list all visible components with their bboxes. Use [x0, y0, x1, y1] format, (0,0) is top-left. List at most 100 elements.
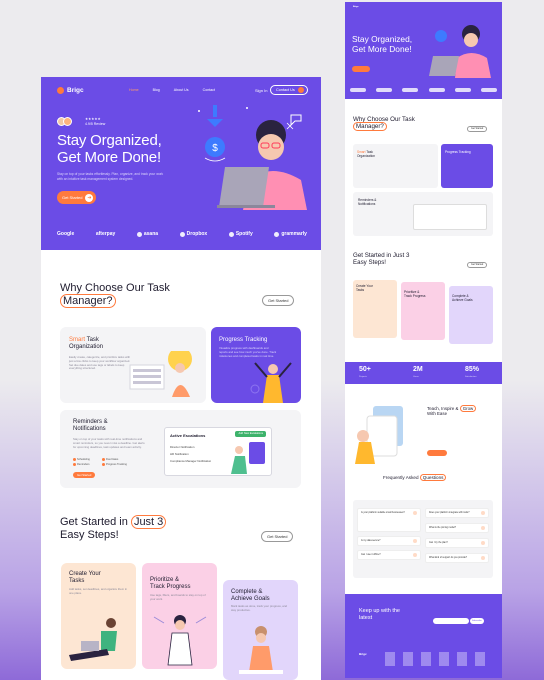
thinking-person-illustration	[153, 615, 207, 666]
add-escalation-button[interactable]: Add New Escalations	[235, 431, 266, 437]
chevron-icon	[413, 553, 417, 557]
check-icon	[102, 463, 105, 466]
footer-logo: Brigc	[359, 652, 367, 656]
escalation-row: Compliance Manager Notification	[170, 459, 212, 463]
chevron-icon	[481, 541, 485, 545]
nav-link-blog[interactable]: Blog	[153, 88, 160, 92]
chevron-icon	[413, 511, 417, 515]
escalation-row: Director Notification	[170, 445, 195, 449]
brand-afterpay	[376, 88, 393, 92]
faq-item[interactable]: Can I try the plan?	[425, 538, 489, 548]
steps-title: Get Started in Just 3 Easy Steps!	[60, 515, 167, 542]
mini-teach-title: Teach, Inspire & Grow With Ease	[427, 405, 477, 417]
nav-links: Home Blog About Us Contact	[129, 88, 215, 92]
reminders-card: Reminders & Notifications Stay on top of …	[60, 410, 301, 488]
rating: ★★★★★ 4.9/5 Review	[85, 117, 106, 126]
check-icon	[73, 463, 76, 466]
mini-reminders-card: Reminders & Notifications	[353, 192, 493, 236]
check-due-dates: Due Dates	[102, 458, 118, 461]
subscribe-button[interactable]: Subscribe	[470, 618, 484, 624]
smart-card-title: Smart Task Organization	[69, 337, 104, 350]
step3-title: Complete & Achieve Goals	[231, 589, 270, 602]
chevron-icon	[413, 539, 417, 543]
check-scheduling: Scheduling	[73, 458, 90, 461]
brand-google	[350, 88, 366, 92]
faq-item[interactable]: Does your platform integrate with tools?	[425, 508, 489, 518]
nav-link-contact[interactable]: Contact	[203, 88, 215, 92]
progress-card-desc: Visualize progress with dashboards and r…	[219, 346, 277, 358]
step-complete-card: Complete & Achieve Goals Mark tasks as do…	[223, 580, 298, 680]
newsletter-title: Keep up with the latest	[359, 608, 400, 621]
contact-us-button[interactable]: Contact Us	[270, 85, 308, 95]
mini-hero: Brigc Stay Organized, Get More Done!	[345, 2, 502, 99]
mini-why-title: Why Choose Our Task Manager?	[353, 116, 415, 132]
asana-icon	[136, 231, 142, 237]
mini-footer: Keep up with the latest Subscribe Brigc	[345, 594, 502, 678]
step2-desc: Use tags, filters, and boards to stay on…	[150, 593, 206, 601]
brand-spotify	[454, 88, 471, 92]
hero-get-started-button[interactable]: Get Started ➜	[57, 191, 97, 204]
mini-progress-card: Progress Tracking	[441, 144, 493, 188]
step-create-tasks-card: Create Your Tasks Add tasks, set deadline…	[61, 563, 136, 669]
dropbox-icon	[179, 231, 185, 237]
hero-section: Brigc Home Blog About Us Contact Sign In…	[41, 77, 321, 250]
step3-desc: Mark tasks as done, track your progress,…	[231, 604, 287, 612]
logo-icon	[57, 87, 64, 94]
newsletter-email-input[interactable]	[433, 618, 469, 624]
reminders-card-desc: Stay on top of your tasks with real-time…	[73, 437, 145, 449]
faq-item[interactable]: What kind of support do you provide?	[425, 553, 489, 563]
reclining-person-illustration	[69, 618, 117, 661]
svg-text:$: $	[212, 143, 218, 154]
mini-hero-button[interactable]	[352, 66, 370, 72]
mini-why-button[interactable]: Get Started	[467, 126, 488, 132]
nav-link-about[interactable]: About Us	[174, 88, 189, 92]
faq-item[interactable]: Is my data secure?	[357, 536, 421, 546]
hero-title: Stay Organized, Get More Done!	[57, 132, 162, 166]
reminders-get-started-button[interactable]: Get Started	[73, 472, 96, 478]
brand-grammarly	[480, 88, 497, 92]
check-icon	[102, 458, 105, 461]
mini-escalations-panel	[413, 204, 487, 230]
mini-hero-title: Stay Organized, Get More Done!	[352, 34, 413, 54]
mini-step2-card: Prioritize & Track Progress	[401, 282, 445, 340]
why-get-started-button[interactable]: Get Started	[262, 295, 295, 306]
step-prioritize-card: Prioritize & Track Progress Use tags, fil…	[142, 563, 217, 669]
mini-logo: Brigc	[353, 6, 359, 8]
stat-label: Satisfaction	[465, 376, 477, 378]
check-progress-tracking: Progress Tracking	[102, 463, 127, 466]
mini-step3-card: Complete & Achieve Goals	[449, 286, 493, 344]
mini-teach-illustration	[355, 406, 403, 464]
avatar	[63, 117, 72, 126]
mini-hero-illustration	[429, 25, 491, 78]
stat-label: Projects	[359, 376, 367, 378]
mini-steps-button[interactable]: Get Started	[467, 262, 488, 268]
chevron-icon	[481, 511, 485, 515]
faq-item[interactable]: Can I use it offline?	[357, 550, 421, 560]
step2-title: Prioritize & Track Progress	[150, 577, 191, 590]
check-reminders: Reminders	[73, 463, 90, 466]
brand-google: Google	[57, 231, 75, 237]
progress-tracking-card: Progress Tracking Visualize progress wit…	[211, 327, 301, 403]
mini-faq-title: Frequently Asked Questions	[383, 474, 447, 481]
logo[interactable]: Brigc	[57, 87, 84, 94]
mini-teach-button[interactable]	[427, 450, 447, 456]
brand-dropbox: Dropbox	[179, 231, 207, 237]
faq-item[interactable]: Is your platform suitable small business…	[357, 508, 421, 532]
reading-person-illustration	[239, 626, 283, 674]
mini-brands	[350, 88, 497, 92]
stat-value: 50+	[359, 366, 371, 373]
arrow-icon: ➜	[85, 193, 94, 202]
faq-item[interactable]: What is the pricing model?	[425, 523, 489, 533]
sign-in-link[interactable]: Sign In	[255, 88, 267, 93]
spotify-icon	[228, 231, 234, 237]
landing-page-overview: Brigc Stay Organized, Get More Done! Why …	[345, 2, 502, 678]
step1-title: Create Your Tasks	[69, 571, 101, 584]
mini-steps-title: Get Started in Just 3 Easy Steps!	[353, 252, 410, 267]
brand-dropbox	[428, 88, 445, 92]
stat-label: Users	[413, 376, 419, 378]
smart-organization-card: Smart Task Organization Easily create, ca…	[60, 327, 206, 403]
brand-logos: Google afterpay asana Dropbox Spotify gr…	[57, 231, 307, 237]
brand-asana: asana	[136, 231, 158, 237]
steps-get-started-button[interactable]: Get Started	[261, 531, 294, 542]
nav-link-home[interactable]: Home	[129, 88, 139, 92]
